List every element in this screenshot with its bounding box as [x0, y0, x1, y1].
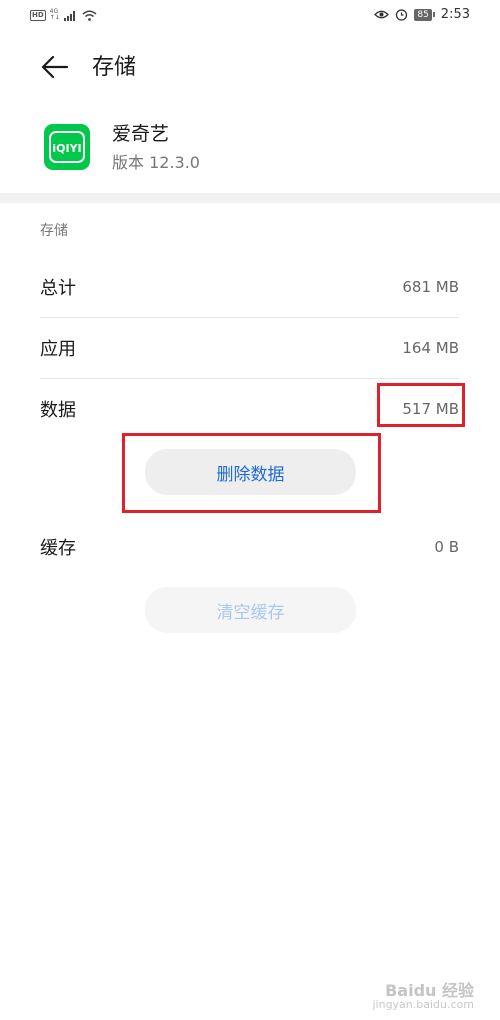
highlight-box-data-value — [377, 383, 465, 427]
clock: 2:53 — [440, 7, 470, 22]
row-label-total: 总计 — [40, 278, 76, 299]
section-divider — [0, 193, 500, 203]
network-arrows: ↑↓ — [49, 14, 60, 21]
signal-icon — [63, 10, 75, 21]
row-value-total: 681 MB — [402, 278, 459, 296]
watermark-sub: jingyan.baidu.com — [372, 998, 474, 1011]
battery-icon: 85 — [414, 8, 435, 21]
row-value-app: 164 MB — [402, 339, 459, 357]
section-label-storage: 存储 — [40, 223, 68, 239]
back-button[interactable] — [40, 52, 70, 82]
eye-icon — [374, 10, 390, 19]
watermark-main: Baidu 经验 — [385, 981, 474, 1000]
network-type: 4G ↑↓ — [50, 9, 60, 21]
watermark: Baidu 经验 jingyan.baidu.com — [372, 981, 474, 1012]
wifi-icon — [82, 10, 97, 21]
row-label-app: 应用 — [40, 339, 76, 360]
status-right: 85 2:53 — [374, 7, 470, 22]
status-left: HD 4G ↑↓ — [30, 9, 97, 21]
alarm-icon — [396, 9, 408, 21]
app-icon: iQIYI — [44, 124, 90, 170]
iqiyi-logo-icon: iQIYI — [49, 131, 85, 163]
row-app: 应用 164 MB — [40, 318, 459, 378]
app-icon-text: iQIYI — [52, 142, 81, 155]
arrow-left-icon — [41, 55, 69, 79]
highlight-box-delete-button — [122, 433, 381, 513]
status-bar: HD 4G ↑↓ 85 2:53 — [0, 0, 500, 34]
battery-level: 85 — [414, 8, 432, 21]
row-cache: 缓存 0 B — [40, 517, 459, 577]
app-version: 版本 12.3.0 — [112, 153, 200, 172]
row-total: 总计 681 MB — [40, 257, 459, 317]
row-value-cache: 0 B — [434, 538, 459, 556]
row-label-cache: 缓存 — [40, 538, 76, 559]
row-label-data: 数据 — [40, 400, 76, 421]
page-title: 存储 — [92, 55, 137, 80]
hd-badge: HD — [30, 9, 46, 21]
clear-cache-button[interactable]: 清空缓存 — [145, 587, 356, 633]
app-name: 爱奇艺 — [112, 123, 170, 145]
